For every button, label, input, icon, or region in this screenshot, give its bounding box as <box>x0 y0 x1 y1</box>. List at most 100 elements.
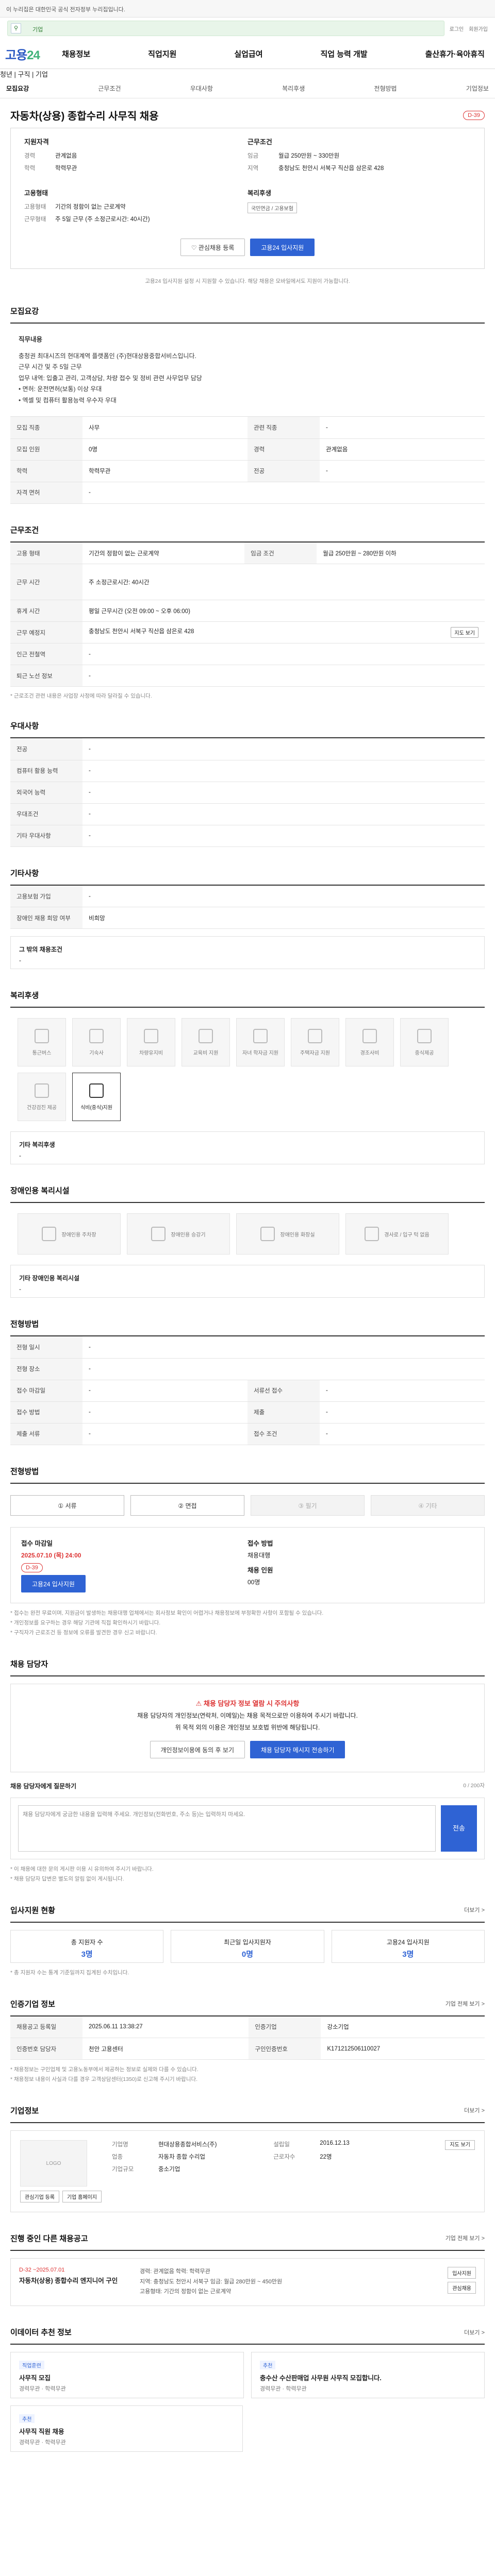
table-value: - <box>82 1380 248 1402</box>
tab-process[interactable]: 전형방법 <box>374 84 397 93</box>
related-card[interactable]: 직업훈련 사무직 모집 경력무관 · 학력무관 <box>10 2352 244 2399</box>
login-link[interactable]: 로그인 <box>450 25 464 32</box>
related-more-link[interactable]: 더보기 > <box>464 2328 485 2336</box>
job-card-apply-button[interactable]: 입사지원 <box>448 2266 476 2279</box>
deadline-heading: 접수 마감일 <box>21 1539 53 1547</box>
tab-recruit[interactable]: 모집요강 <box>6 84 29 93</box>
mini-links[interactable]: 청년 | 구직 | 기업 <box>0 69 495 79</box>
method-value: 채용대행 <box>248 1551 271 1559</box>
table-key: 인증기업 <box>249 2016 321 2039</box>
etc-section: 기타사항 고용보험 가입 - 장애인 채용 희망 여부 비희망 그 밖의 채용조건 … <box>10 868 485 970</box>
gnb-item-training[interactable]: 직업 능력 개발 <box>320 48 367 59</box>
job-card-title[interactable]: 자동차(상용) 종합수리 엔지니어 구인 <box>19 2275 133 2285</box>
steps-heading-text: 전형방법 <box>10 1467 39 1476</box>
table-row: 기타 우대사항 - <box>10 825 485 847</box>
scrap-button[interactable]: ♡ 관심채용 등록 <box>180 239 245 256</box>
company-heading-text: 기업정보 <box>10 2106 39 2115</box>
table-key: 기타 우대사항 <box>10 825 82 847</box>
cond-value: 충청남도 천안시 서북구 직산읍 삼은로 428 <box>278 165 384 172</box>
desc-line: 업무 내역: 입출고 관리, 고객상담, 차량 접수 및 정비 관련 사무업무 … <box>19 374 202 382</box>
table-row: 근무 시간 주 소정근로시간: 40시간 <box>10 564 485 601</box>
table-key: 휴게 시간 <box>10 600 82 622</box>
company-map-button[interactable]: 지도 보기 <box>445 2140 475 2150</box>
related-card[interactable]: 추천 사무직 직원 채용 경력무관 · 학력무관 <box>10 2405 243 2452</box>
tab-work[interactable]: 근무조건 <box>98 84 121 93</box>
desc-line: 근무 시간 및 주 5일 근무 <box>19 363 82 371</box>
meta-line: 고용형태: 기간의 정함이 없는 근로계약 <box>140 2289 232 2295</box>
recruit-table: 모집 직종 사무 관련 직종 - 모집 인원 0명 경력 관계없음 학력 학력무관 전공 - 자격… <box>10 417 485 504</box>
view-contact-button[interactable]: 개인정보이용에 동의 후 보기 <box>150 1740 245 1758</box>
question-send-button[interactable]: 전송 <box>441 1805 477 1852</box>
contact-line: 채용 담당자의 개인정보(연락처, 이메일)는 채용 목적으로만 이용하여 주시… <box>137 1712 358 1720</box>
recruit-heading-text: 모집요강 <box>10 307 39 316</box>
summary-qual: 지원자격 경력 관계없음 학력 학력무관 <box>24 137 248 176</box>
company-key: 근로자수 <box>273 2154 295 2160</box>
table-value: 비희망 <box>82 907 485 929</box>
table-key: 접수 마감일 <box>10 1380 82 1402</box>
table-key: 서류선 접수 <box>248 1380 320 1402</box>
gift-icon <box>362 1028 377 1043</box>
process-heading-text: 전형방법 <box>10 1320 39 1329</box>
job-title-row: 자동차(상용) 종합수리 사무직 채용 D-39 <box>10 98 485 128</box>
table-row: 접수 방법 - 제출 - <box>10 1401 485 1423</box>
qual-key: 학력 <box>24 165 36 172</box>
map-button[interactable]: 지도 보기 <box>451 627 478 638</box>
table-key: 전형 일시 <box>10 1336 82 1359</box>
table-value: - <box>82 1336 485 1359</box>
follow-company-button[interactable]: 관심기업 등록 <box>20 2190 59 2202</box>
related-section: 이데이터 추천 정보 더보기 > 직업훈련 사무직 모집 경력무관 · 학력무관 추천… <box>10 2327 485 2452</box>
note-line: * 이 채용에 대한 문의 게시판 이용 시 유의하여 주시기 바랍니다. <box>10 1866 154 1872</box>
welfare-other: 기타 복리후생 - <box>10 1131 485 1165</box>
table-key: 모집 직종 <box>10 417 82 439</box>
stats-more-link[interactable]: 더보기 > <box>464 1906 485 1914</box>
other-jobs-more-link[interactable]: 기업 전체 보기 > <box>446 2234 485 2242</box>
steps-section: 전형방법 ① 서류 ② 면접 ③ 필기 ④ 기타 접수 마감일 2025.07.… <box>10 1466 485 1638</box>
table-value: 강소기업 <box>321 2016 485 2039</box>
company-value: 현대상용종합서비스(주) <box>158 2141 217 2148</box>
search-icon[interactable]: ⚲ <box>11 23 21 33</box>
question-box: 채용 담당자에게 궁금한 내용을 입력해 주세요. 개인정보(전화번호, 주소 … <box>10 1797 485 1859</box>
related-heading: 이데이터 추천 정보 더보기 > <box>10 2327 485 2345</box>
table-row: 전공 - <box>10 738 485 760</box>
tab-company[interactable]: 기업정보 <box>466 84 489 93</box>
company-more-link[interactable]: 더보기 > <box>464 2106 485 2114</box>
related-sub: 경력무관 · 학력무관 <box>260 2386 307 2393</box>
health-icon <box>35 1083 49 1098</box>
welfare-item: 기숙사 <box>72 1018 121 1067</box>
company-homepage-button[interactable]: 기업 홈페이지 <box>62 2190 102 2202</box>
ramp-icon <box>365 1227 380 1242</box>
note-line: * 구직자가 근로조건 등 정보에 오류를 발견한 경우 신고 바랍니다. <box>10 1629 157 1636</box>
disabled-item: 장애인용 주차장 <box>18 1213 121 1255</box>
search-box[interactable]: ⚲ 기업 <box>7 21 444 36</box>
cert-more-link[interactable]: 기업 전체 보기 > <box>446 1999 485 2008</box>
gnb-item-support[interactable]: 직업지원 <box>148 48 176 59</box>
table-row: 휴게 시간 평일 근무시간 (오전 09:00 ~ 오후 06:00) <box>10 600 485 622</box>
apply-button-bottom[interactable]: 고용24 입사지원 <box>21 1574 86 1592</box>
related-tag: 추천 <box>260 2361 276 2370</box>
process-table: 전형 일시 - 전형 장소 - 접수 마감일 - 서류선 접수 - 접수 방법 - 제출 - 제… <box>10 1336 485 1445</box>
address-text: 충청남도 천안시 서북구 직산읍 삼은로 428 <box>89 629 194 635</box>
question-input[interactable]: 채용 담당자에게 궁금한 내용을 입력해 주세요. 개인정보(전화번호, 주소 … <box>18 1805 436 1852</box>
table-row: 우대조건 - <box>10 803 485 825</box>
step-written: ③ 필기 <box>251 1495 365 1516</box>
join-link[interactable]: 회원가입 <box>469 25 488 32</box>
table-key: 자격 면허 <box>10 482 82 504</box>
gnb-item-benefit[interactable]: 실업급여 <box>234 48 262 59</box>
cond-key: 지역 <box>248 165 259 172</box>
pref-section: 우대사항 전공 - 컴퓨터 활용 능력 - 외국어 능력 - 우대조건 - 기타 우대사… <box>10 720 485 847</box>
gnb-item-leave[interactable]: 출산휴가·육아휴직 <box>425 48 485 59</box>
table-key: 외국어 능력 <box>10 782 82 804</box>
send-message-button[interactable]: 채용 담당자 메시지 전송하기 <box>250 1740 345 1758</box>
site-logo[interactable]: 고용24 <box>5 45 62 63</box>
apply-button[interactable]: 고용24 입사지원 <box>250 239 315 256</box>
tab-welfare[interactable]: 복리후생 <box>282 84 305 93</box>
job-card[interactable]: D-32 ~2025.07.01 자동차(상용) 종합수리 엔지니어 구인 경력… <box>10 2258 485 2307</box>
gnb-item-jobs[interactable]: 채용정보 <box>62 48 90 59</box>
table-value: 학력무관 <box>82 460 248 482</box>
related-card[interactable]: 추천 충수산 수산판매업 사무원 사무직 모집합니다. 경력무관 · 학력무관 <box>251 2352 485 2399</box>
tab-pref[interactable]: 우대사항 <box>190 84 213 93</box>
table-row: 접수 마감일 - 서류선 접수 - <box>10 1380 485 1402</box>
company-key: 업종 <box>111 2154 123 2160</box>
job-card-scrap-button[interactable]: 관심채용 <box>448 2281 476 2294</box>
bus-icon <box>35 1028 49 1043</box>
